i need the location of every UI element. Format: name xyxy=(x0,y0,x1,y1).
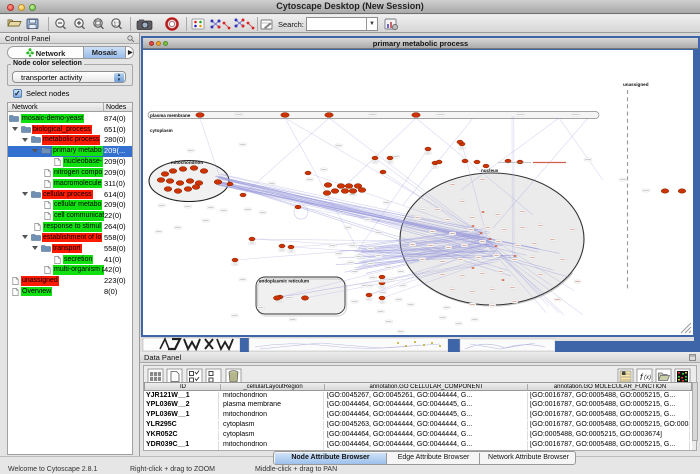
svg-text:cytoplasm: cytoplasm xyxy=(150,128,173,133)
svg-text:plasma membrane: plasma membrane xyxy=(150,113,191,118)
svg-text:(x): (x) xyxy=(644,375,651,381)
svg-text:unassigned: unassigned xyxy=(623,82,649,87)
svg-text:1:1: 1:1 xyxy=(114,22,121,28)
svg-text:mitochondrion: mitochondrion xyxy=(171,160,203,165)
svg-text:nucleus: nucleus xyxy=(481,168,499,173)
svg-text:endoplasmic reticulum: endoplasmic reticulum xyxy=(259,279,309,284)
